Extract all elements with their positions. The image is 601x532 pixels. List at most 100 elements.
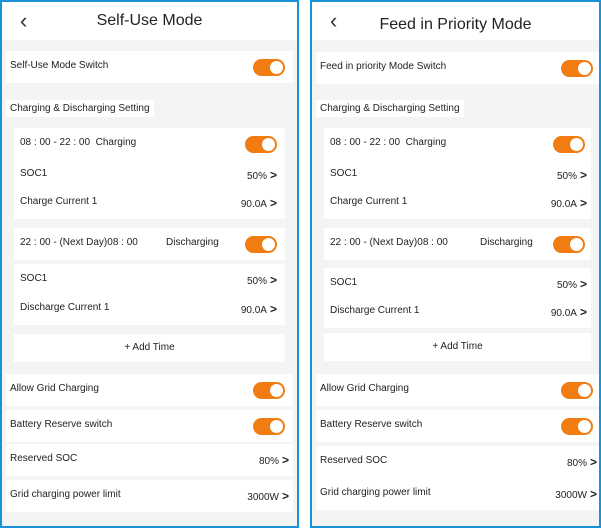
slot1-soc-label: SOC1 xyxy=(330,168,358,179)
toggle-knob xyxy=(570,238,583,251)
slot1-toggle[interactable] xyxy=(245,136,277,153)
allow-grid-row: Allow Grid Charging xyxy=(316,374,599,406)
chevron-right-icon: > xyxy=(269,302,277,316)
chevron-right-icon: > xyxy=(589,455,597,469)
chevron-right-icon: > xyxy=(579,196,587,210)
reserved-soc-label: Reserved SOC xyxy=(320,455,388,466)
self-use-mode-panel: ‹ Self-Use Mode Self-Use Mode Switch Cha… xyxy=(0,0,299,528)
slot2-soc-row[interactable]: SOC1 50% > xyxy=(14,264,285,296)
grid-limit-value: 3000W > xyxy=(247,489,289,503)
slot2-type: Discharging xyxy=(166,237,219,248)
mode-switch-label: Feed in priority Mode Switch xyxy=(320,61,447,72)
slot1-current-label: Charge Current 1 xyxy=(20,196,98,207)
slot1-current-value: 90.0A > xyxy=(240,196,277,210)
section-label: Charging & Discharging Setting xyxy=(6,100,154,117)
slot1-soc-label: SOC1 xyxy=(20,168,48,179)
toggle-knob xyxy=(262,138,275,151)
slot1-current-row[interactable]: Charge Current 1 90.0A > xyxy=(14,187,285,219)
slot1-time[interactable]: 08 : 00 - 22 : 00 Charging xyxy=(20,137,136,148)
slot2-current-value: 90.0A > xyxy=(240,302,277,316)
allow-grid-toggle[interactable] xyxy=(561,382,593,399)
slot1-soc-value: 50% > xyxy=(556,168,587,182)
slot2-header-row: 22 : 00 - (Next Day)08 : 00 Discharging xyxy=(14,228,285,260)
slot1-time-text: 08 : 00 - 22 : 00 xyxy=(20,137,91,148)
toggle-knob xyxy=(578,384,591,397)
slot1-type: Charging xyxy=(95,137,137,148)
reserved-soc-value: 80% > xyxy=(258,453,289,467)
reserved-soc-row[interactable]: Reserved SOC 80% > xyxy=(6,444,293,476)
grid-limit-label: Grid charging power limit xyxy=(10,489,121,500)
slot2-soc-label: SOC1 xyxy=(330,277,358,288)
slot2-current-value: 90.0A > xyxy=(550,305,587,319)
add-time-button[interactable]: + Add Time xyxy=(14,334,285,362)
mode-switch-toggle[interactable] xyxy=(253,59,285,76)
grid-limit-value: 3000W > xyxy=(555,487,597,501)
chevron-right-icon: > xyxy=(269,273,277,287)
mode-switch-label: Self-Use Mode Switch xyxy=(10,60,109,71)
slot1-current-value: 90.0A > xyxy=(550,196,587,210)
toggle-knob xyxy=(270,384,283,397)
slot2-current-label: Discharge Current 1 xyxy=(330,305,420,316)
slot2-time[interactable]: 22 : 00 - (Next Day)08 : 00 xyxy=(20,237,138,248)
feed-in-priority-mode-panel: ‹ Feed in Priority Mode Feed in priority… xyxy=(310,0,601,528)
slot1-current-row[interactable]: Charge Current 1 90.0A > xyxy=(324,187,591,219)
slot2-toggle[interactable] xyxy=(553,236,585,253)
page-title: Feed in Priority Mode xyxy=(379,16,532,33)
battery-reserve-row: Battery Reserve switch xyxy=(316,410,599,442)
allow-grid-toggle[interactable] xyxy=(253,382,285,399)
chevron-right-icon: > xyxy=(281,489,289,503)
mode-switch-row: Feed in priority Mode Switch xyxy=(316,52,599,84)
grid-limit-row[interactable]: Grid charging power limit 3000W > xyxy=(316,478,599,510)
chevron-right-icon: > xyxy=(579,305,587,319)
toggle-knob xyxy=(578,420,591,433)
toggle-knob xyxy=(578,62,591,75)
reserved-soc-value: 80% > xyxy=(566,455,597,469)
battery-reserve-label: Battery Reserve switch xyxy=(320,419,423,430)
slot2-toggle[interactable] xyxy=(245,236,277,253)
chevron-right-icon: > xyxy=(269,168,277,182)
toggle-knob xyxy=(570,138,583,151)
slot2-type: Discharging xyxy=(480,237,533,248)
section-label: Charging & Discharging Setting xyxy=(316,100,464,117)
slot2-soc-value: 50% > xyxy=(246,273,277,287)
slot1-soc-value: 50% > xyxy=(246,168,277,182)
slot2-current-row[interactable]: Discharge Current 1 90.0A > xyxy=(14,293,285,325)
battery-reserve-row: Battery Reserve switch xyxy=(6,410,293,442)
mode-switch-row: Self-Use Mode Switch xyxy=(6,51,293,83)
add-time-button[interactable]: + Add Time xyxy=(324,333,591,361)
mode-switch-toggle[interactable] xyxy=(561,60,593,77)
allow-grid-row: Allow Grid Charging xyxy=(6,374,293,406)
allow-grid-label: Allow Grid Charging xyxy=(320,383,409,394)
slot1-type: Charging xyxy=(405,137,447,148)
slot2-soc-label: SOC1 xyxy=(20,273,48,284)
chevron-right-icon: > xyxy=(589,487,597,501)
slot1-current-label: Charge Current 1 xyxy=(330,196,408,207)
slot2-header-row: 22 : 00 - (Next Day)08 : 00 Discharging xyxy=(324,228,591,260)
slot1-time-text: 08 : 00 - 22 : 00 xyxy=(330,137,401,148)
battery-reserve-toggle[interactable] xyxy=(561,418,593,435)
battery-reserve-toggle[interactable] xyxy=(253,418,285,435)
page-title: Self-Use Mode xyxy=(96,12,203,29)
header: ‹ Self-Use Mode xyxy=(2,2,297,40)
allow-grid-label: Allow Grid Charging xyxy=(10,383,99,394)
slot1-header-row: 08 : 00 - 22 : 00 Charging xyxy=(14,128,285,160)
toggle-knob xyxy=(262,238,275,251)
slot2-soc-value: 50% > xyxy=(556,277,587,291)
slot2-current-label: Discharge Current 1 xyxy=(20,302,110,313)
slot1-toggle[interactable] xyxy=(553,136,585,153)
grid-limit-label: Grid charging power limit xyxy=(320,487,431,498)
slot2-current-row[interactable]: Discharge Current 1 90.0A > xyxy=(324,296,591,328)
chevron-right-icon: > xyxy=(281,453,289,467)
reserved-soc-label: Reserved SOC xyxy=(10,453,78,464)
slot2-time[interactable]: 22 : 00 - (Next Day)08 : 00 xyxy=(330,237,448,248)
toggle-knob xyxy=(270,61,283,74)
reserved-soc-row[interactable]: Reserved SOC 80% > xyxy=(316,446,599,478)
toggle-knob xyxy=(270,420,283,433)
chevron-right-icon: > xyxy=(579,168,587,182)
chevron-right-icon: > xyxy=(579,277,587,291)
slot1-header-row: 08 : 00 - 22 : 00 Charging xyxy=(324,128,591,160)
grid-limit-row[interactable]: Grid charging power limit 3000W > xyxy=(6,480,293,512)
battery-reserve-label: Battery Reserve switch xyxy=(10,419,113,430)
slot1-time[interactable]: 08 : 00 - 22 : 00 Charging xyxy=(330,137,446,148)
chevron-right-icon: > xyxy=(269,196,277,210)
